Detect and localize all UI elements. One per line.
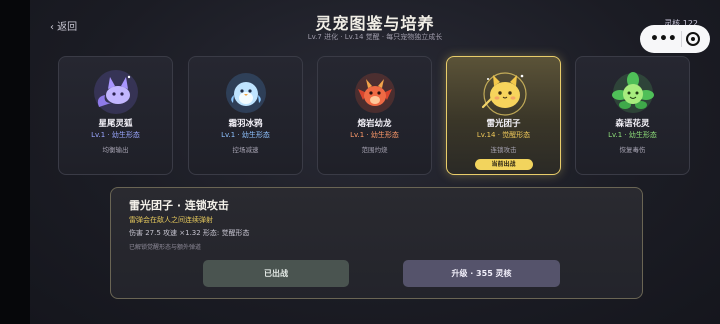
page-subtitle: Lv.7 进化 · Lv.14 觉醒 · 每只宠物独立成长 [307, 33, 443, 41]
deployed-button[interactable]: 已出战 [203, 260, 349, 287]
pet-level: Lv.1 · 幼生形态 [608, 131, 657, 139]
pet-level: Lv.1 · 幼生形态 [350, 131, 399, 139]
pet-level: Lv.1 · 幼生形态 [221, 131, 270, 139]
detail-title: 雷光团子 · 连锁攻击 [129, 199, 229, 212]
fox-icon [93, 70, 138, 114]
current-deployed-badge: 当前出战 [474, 159, 533, 170]
more-dots-icon[interactable]: ••• [650, 32, 677, 46]
pet-detail-panel: 雷光团子 · 连锁攻击 雷弹会在敌人之间连续弹射 伤害 27.5 攻速 ×1.3… [110, 187, 643, 299]
pet-card-fox[interactable]: 星尾灵狐 Lv.1 · 幼生形态 均衡输出 [58, 56, 173, 175]
flower-sprite-icon [611, 72, 654, 113]
thunder-cat-icon [481, 72, 527, 116]
pet-card-thunder-cat[interactable]: 雷光团子 Lv.14 · 觉醒形态 连锁攻击 当前出战 [446, 56, 561, 175]
pet-name: 星尾灵狐 [98, 119, 133, 129]
dragon-icon [354, 73, 395, 113]
pet-card-flower-sprite[interactable]: 森语花灵 Lv.1 · 幼生形态 恢复毒伤 [575, 56, 690, 175]
pet-name: 熔岩幼龙 [357, 119, 392, 129]
pet-role: 恢复毒伤 [619, 146, 646, 154]
pet-level: Lv.14 · 觉醒形态 [476, 131, 531, 139]
detail-stats: 伤害 27.5 攻速 ×1.32 形态: 觉醒形态 [129, 229, 250, 237]
upgrade-button[interactable]: 升级 · 355 灵核 [403, 260, 560, 287]
pet-name: 雷光团子 [486, 119, 521, 129]
pet-name: 霜羽冰鸦 [228, 119, 263, 129]
phone-bezel [0, 0, 30, 324]
miniprogram-capsule: ••• [640, 25, 710, 53]
detail-unlock-note: 已解锁觉醒形态与额外弹道 [129, 244, 202, 251]
pet-card-ice-bird[interactable]: 霜羽冰鸦 Lv.1 · 幼生形态 控场减速 [188, 56, 303, 175]
ice-bird-icon [225, 73, 266, 113]
pet-card-dragon[interactable]: 熔岩幼龙 Lv.1 · 幼生形态 范围灼烧 [317, 56, 432, 175]
pet-name: 森语花灵 [615, 119, 650, 129]
target-icon[interactable] [685, 32, 700, 46]
pet-level: Lv.1 · 幼生形态 [91, 131, 140, 139]
pet-role: 控场减速 [232, 146, 259, 154]
pet-role: 范围灼烧 [361, 146, 388, 154]
capsule-divider [680, 31, 682, 47]
detail-skill-description: 雷弹会在敌人之间连续弹射 [129, 216, 213, 224]
pet-role: 均衡输出 [102, 146, 129, 154]
game-screen: ‹ 返回 灵宠图鉴与培养 Lv.7 进化 · Lv.14 觉醒 · 每只宠物独立… [30, 0, 720, 324]
page-title: 灵宠图鉴与培养 [315, 14, 435, 33]
pet-role: 连锁攻击 [490, 146, 517, 154]
